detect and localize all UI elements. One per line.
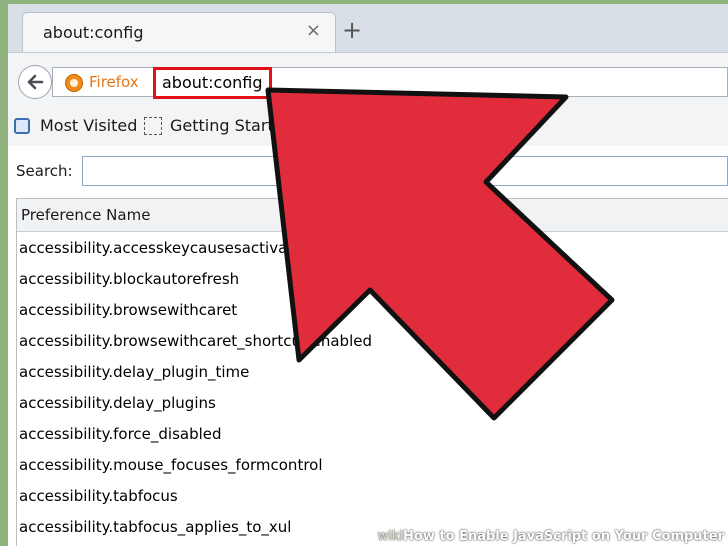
bookmark-label: Getting Started	[170, 116, 294, 135]
identity-label: Firefox	[89, 73, 139, 91]
navigation-bar: Firefox about:config	[8, 52, 728, 109]
bookmark-label: Most Visited	[40, 116, 138, 135]
table-row[interactable]: accessibility.browsewithcaret	[17, 295, 728, 326]
table-rows: accessibility.accesskeycausesactivation …	[17, 233, 728, 543]
new-tab-icon[interactable]: +	[342, 18, 362, 42]
url-bar[interactable]: Firefox about:config	[52, 67, 728, 99]
background-frame: about:config × + Firefox about:config Mo…	[0, 0, 728, 546]
bookmarks-toolbar: Most Visited Getting Started	[8, 108, 728, 147]
table-header[interactable]: Preference Name	[17, 199, 728, 232]
table-row[interactable]: accessibility.blockautorefresh	[17, 264, 728, 295]
wikihow-logo: wiki	[377, 529, 404, 544]
table-row[interactable]: accessibility.delay_plugins	[17, 388, 728, 419]
search-row: Search:	[8, 146, 728, 196]
table-row[interactable]: accessibility.mouse_focuses_formcontrol	[17, 450, 728, 481]
table-row[interactable]: accessibility.force_disabled	[17, 419, 728, 450]
watermark: wikiHow to Enable JavaScript on Your Com…	[378, 529, 724, 544]
firefox-icon	[65, 74, 83, 92]
watermark-text: How to Enable JavaScript on Your Compute…	[403, 529, 724, 544]
search-input[interactable]	[82, 156, 728, 186]
page-placeholder-icon	[144, 117, 162, 135]
back-button[interactable]	[18, 65, 52, 99]
tab-title: about:config	[43, 23, 144, 42]
url-text-highlighted[interactable]: about:config	[153, 67, 272, 99]
table-row[interactable]: accessibility.browsewithcaret_shortcut.e…	[17, 326, 728, 357]
back-arrow-icon	[27, 74, 44, 90]
tab-about-config[interactable]: about:config ×	[22, 12, 336, 53]
close-tab-icon[interactable]: ×	[306, 21, 321, 41]
table-row[interactable]: accessibility.tabfocus	[17, 481, 728, 512]
table-row[interactable]: accessibility.delay_plugin_time	[17, 357, 728, 388]
preferences-table: Preference Name accessibility.accesskeyc…	[16, 198, 728, 546]
table-row[interactable]: accessibility.accesskeycausesactivation	[17, 233, 728, 264]
bookmarks-folder-icon	[14, 118, 30, 134]
browser-window: about:config × + Firefox about:config Mo…	[8, 4, 728, 546]
column-header-preference-name: Preference Name	[21, 206, 151, 224]
tab-strip: about:config × +	[8, 4, 728, 53]
search-label: Search:	[16, 162, 73, 180]
